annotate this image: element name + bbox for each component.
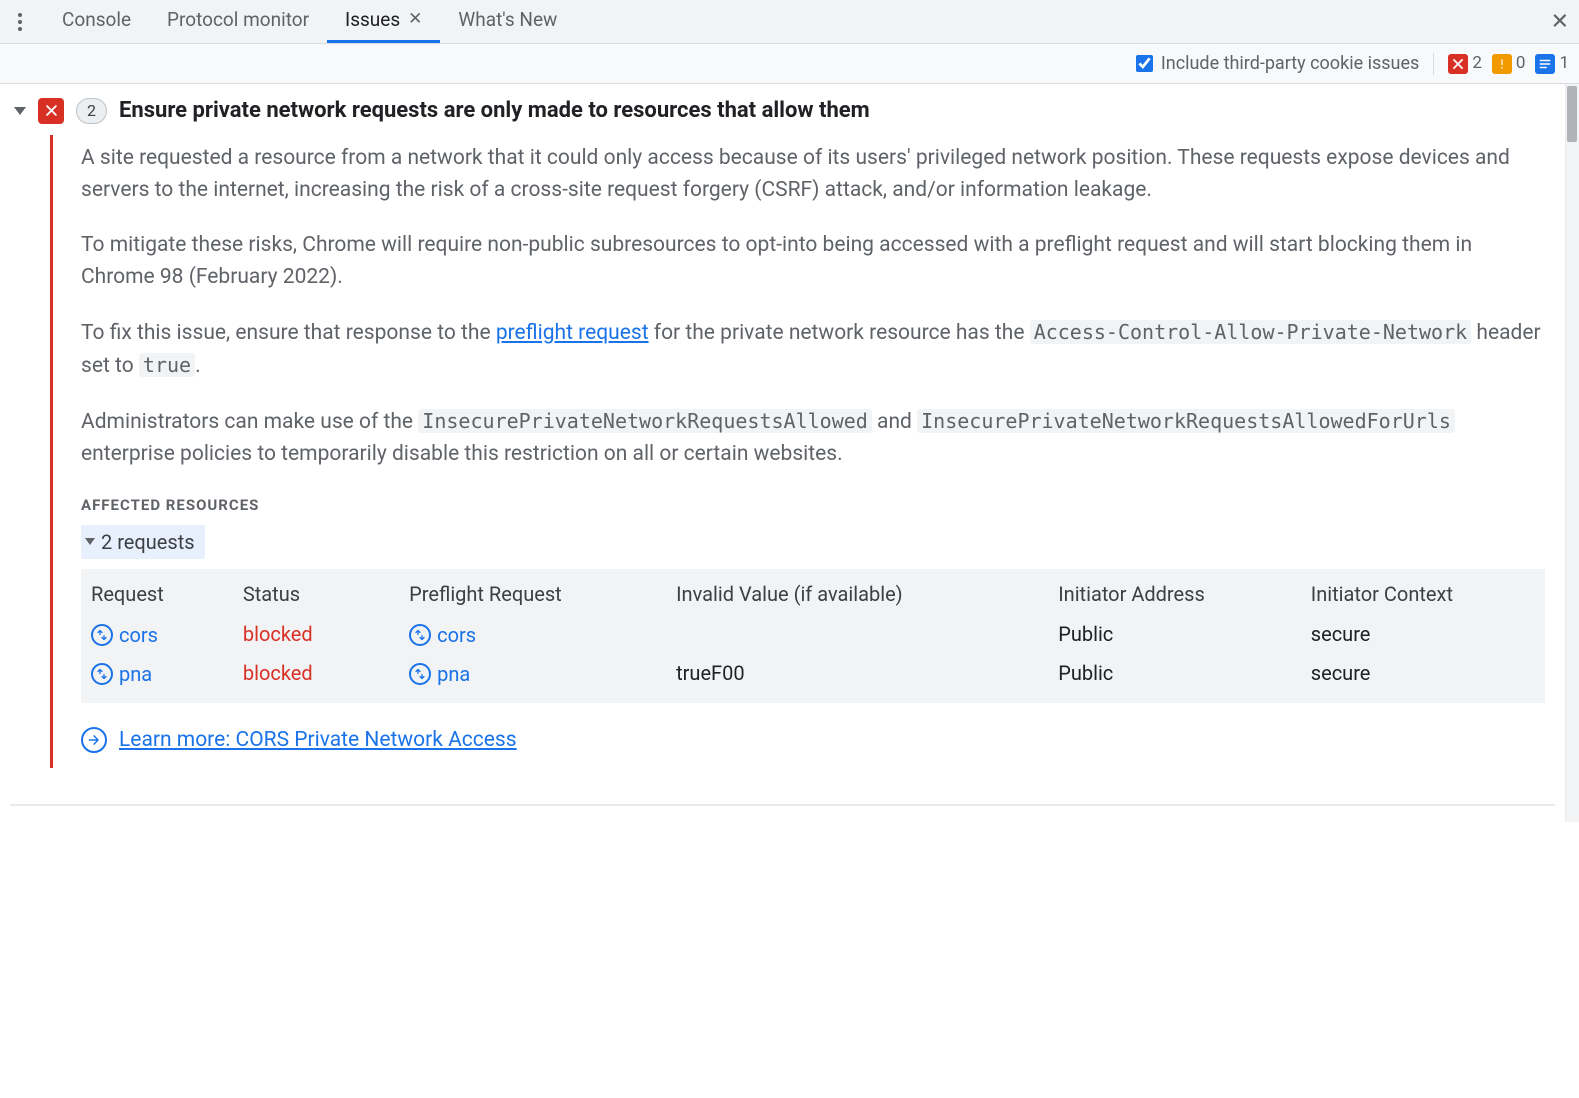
scrollbar[interactable] (1565, 84, 1579, 822)
preflight-link[interactable]: cors (409, 620, 476, 650)
col-preflight: Preflight Request (409, 579, 668, 609)
network-icon (409, 663, 431, 685)
warn-count-badge[interactable]: 0 (1492, 51, 1526, 77)
expand-icon[interactable] (14, 107, 26, 115)
checkbox-label: Include third-party cookie issues (1161, 50, 1419, 77)
issue-header[interactable]: 2 Ensure private network requests are on… (10, 94, 1555, 127)
table-header: Request Status Preflight Request Invalid… (91, 579, 1541, 615)
close-tab-icon[interactable]: ✕ (408, 7, 422, 33)
preflight-request-link[interactable]: preflight request (496, 321, 649, 345)
include-third-party-input[interactable] (1136, 55, 1153, 72)
divider (10, 804, 1555, 806)
col-status: Status (243, 579, 401, 609)
issue-paragraph: A site requested a resource from a netwo… (81, 143, 1545, 206)
tab-label: Protocol monitor (167, 6, 309, 35)
code-snippet: true (139, 353, 195, 377)
issue-body: A site requested a resource from a netwo… (50, 135, 1555, 768)
tab-whats-new[interactable]: What's New (440, 0, 575, 43)
col-initiator-context: Initiator Context (1311, 579, 1541, 609)
request-link[interactable]: cors (91, 620, 158, 650)
affected-resources-label: AFFECTED RESOURCES (81, 494, 1545, 517)
learn-more-row: Learn more: CORS Private Network Access (81, 725, 1545, 757)
tab-console[interactable]: Console (44, 0, 149, 43)
issue-count-pill: 2 (76, 98, 107, 124)
warn-count: 0 (1516, 51, 1526, 77)
network-icon (91, 624, 113, 646)
col-initiator-address: Initiator Address (1058, 579, 1303, 609)
requests-summary[interactable]: 2 requests (81, 525, 205, 559)
issue-counts: 2 0 1 (1448, 51, 1569, 77)
text: Administrators can make use of the (81, 410, 418, 434)
tab-issues[interactable]: Issues ✕ (327, 0, 440, 43)
learn-more-link[interactable]: Learn more: CORS Private Network Access (119, 725, 517, 757)
text: and (872, 410, 917, 434)
error-icon (38, 98, 64, 124)
initiator-address: Public (1058, 619, 1303, 649)
request-link[interactable]: pna (91, 659, 152, 689)
issue-paragraph: To mitigate these risks, Chrome will req… (81, 230, 1545, 293)
tab-label: Issues (345, 6, 400, 35)
tabs: Console Protocol monitor Issues ✕ What's … (44, 0, 575, 43)
invalid-value: trueF00 (676, 658, 1050, 688)
error-count-badge[interactable]: 2 (1448, 51, 1482, 77)
include-third-party-checkbox[interactable]: Include third-party cookie issues (1136, 50, 1419, 77)
col-invalid: Invalid Value (if available) (676, 579, 1050, 609)
preflight-name: cors (437, 620, 476, 650)
tab-protocol-monitor[interactable]: Protocol monitor (149, 0, 327, 43)
info-count-badge[interactable]: 1 (1535, 51, 1569, 77)
devtools-top-bar: Console Protocol monitor Issues ✕ What's … (0, 0, 1579, 44)
text: . (195, 354, 201, 378)
tab-label: Console (62, 6, 131, 35)
more-menu-icon[interactable] (8, 10, 32, 34)
requests-summary-text: 2 requests (101, 527, 195, 557)
network-icon (91, 663, 113, 685)
warn-icon (1492, 54, 1512, 74)
preflight-name: pna (437, 659, 470, 689)
initiator-context: secure (1311, 658, 1541, 688)
text: To fix this issue, ensure that response … (81, 321, 496, 345)
code-snippet: InsecurePrivateNetworkRequestsAllowed (418, 409, 872, 433)
status-value: blocked (243, 658, 401, 688)
text: enterprise policies to temporarily disab… (81, 442, 843, 466)
request-name: cors (119, 620, 158, 650)
network-icon (409, 624, 431, 646)
issue-paragraph: Administrators can make use of the Insec… (81, 406, 1545, 470)
separator (1433, 53, 1434, 75)
code-snippet: InsecurePrivateNetworkRequestsAllowedFor… (917, 409, 1455, 433)
request-name: pna (119, 659, 152, 689)
table-row: pna blocked pna trueF00 Public secure (91, 654, 1541, 693)
issue-paragraph: To fix this issue, ensure that response … (81, 317, 1545, 382)
requests-table: Request Status Preflight Request Invalid… (81, 569, 1545, 703)
issues-toolbar: Include third-party cookie issues 2 0 1 (0, 44, 1579, 84)
info-count: 1 (1559, 51, 1569, 77)
text: for the private network resource has the (649, 321, 1030, 345)
issues-content: 2 Ensure private network requests are on… (0, 84, 1579, 822)
status-value: blocked (243, 619, 401, 649)
col-request: Request (91, 579, 235, 609)
scrollbar-thumb[interactable] (1567, 86, 1577, 142)
table-row: cors blocked cors Public secure (91, 615, 1541, 654)
initiator-context: secure (1311, 619, 1541, 649)
preflight-link[interactable]: pna (409, 659, 470, 689)
close-panel-icon[interactable]: ✕ (1551, 5, 1569, 38)
issue-title: Ensure private network requests are only… (119, 94, 870, 127)
info-icon (1535, 54, 1555, 74)
error-icon (1448, 54, 1468, 74)
expand-icon (85, 538, 95, 545)
code-snippet: Access-Control-Allow-Private-Network (1030, 320, 1471, 344)
initiator-address: Public (1058, 658, 1303, 688)
arrow-right-icon (81, 727, 107, 753)
error-count: 2 (1472, 51, 1482, 77)
tab-label: What's New (458, 6, 557, 35)
